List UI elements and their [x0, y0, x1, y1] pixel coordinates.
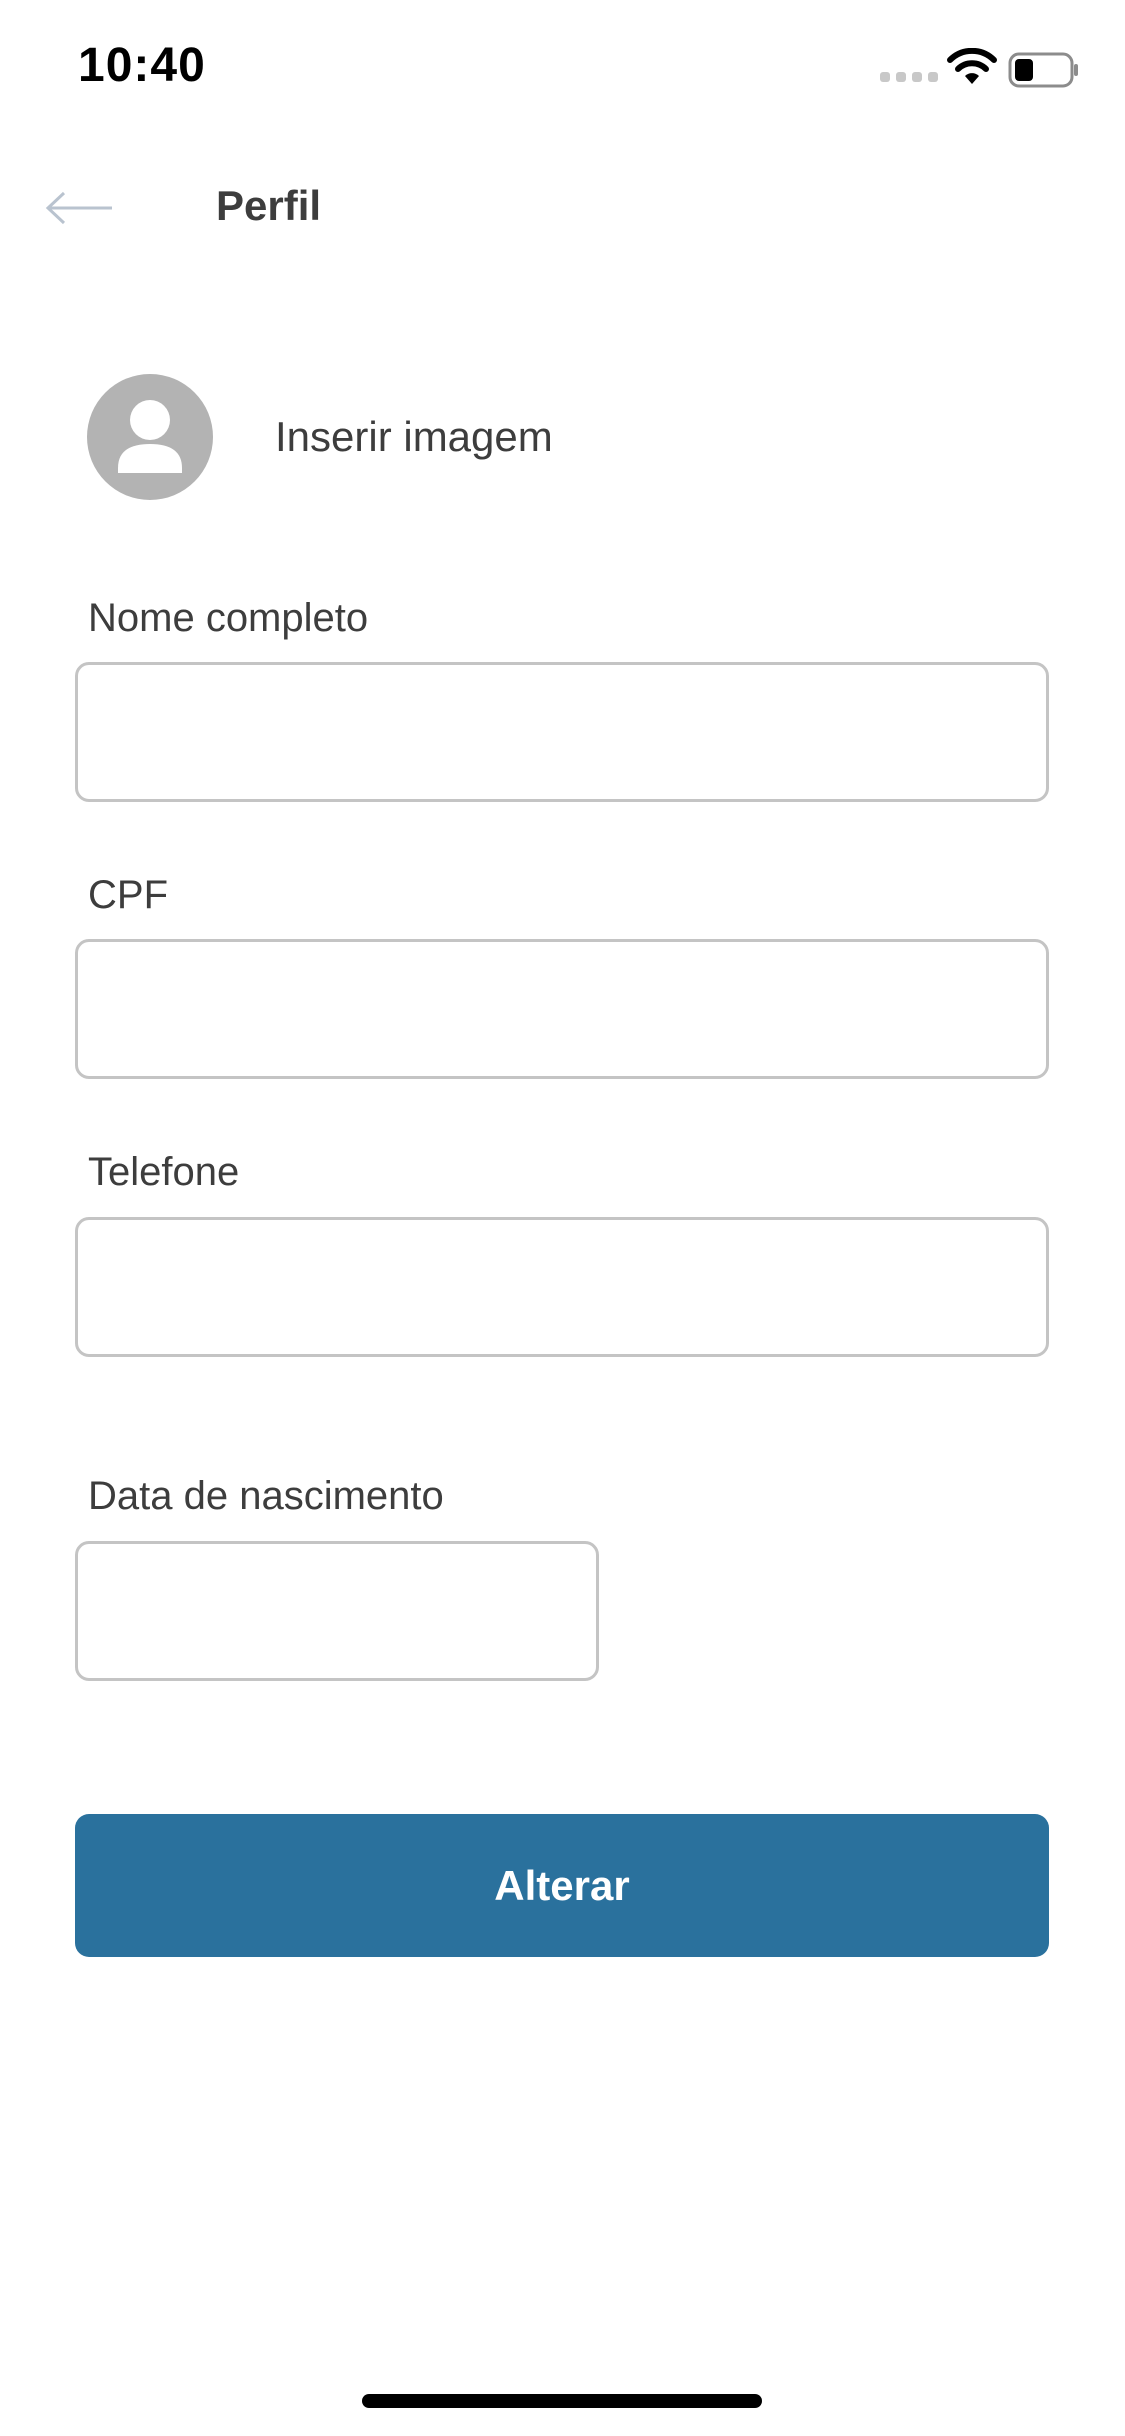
home-indicator[interactable]: [362, 2394, 762, 2408]
cpf-label: CPF: [88, 873, 168, 917]
battery-icon: [1008, 52, 1078, 88]
page-title: Perfil: [216, 182, 322, 229]
navigation-header: Perfil: [0, 160, 1125, 260]
status-time: 10:40: [78, 39, 206, 92]
full-name-label: Nome completo: [88, 596, 369, 640]
avatar[interactable]: [87, 374, 213, 500]
phone-input[interactable]: [75, 1217, 1049, 1357]
birth-date-input[interactable]: [75, 1541, 599, 1681]
insert-image-button[interactable]: Inserir imagem: [87, 374, 553, 500]
submit-button[interactable]: Alterar: [75, 1814, 1049, 1957]
status-bar: 10:40: [0, 0, 1125, 140]
birth-date-label: Data de nascimento: [88, 1474, 444, 1518]
cellular-signal-icon: [880, 72, 938, 82]
wifi-icon: [947, 48, 997, 84]
battery-level-fill: [1015, 59, 1033, 81]
cpf-input[interactable]: [75, 939, 1049, 1079]
full-name-input[interactable]: [75, 662, 1049, 802]
arrow-left-icon[interactable]: [44, 188, 116, 228]
user-silhouette-icon: [118, 400, 182, 473]
phone-label: Telefone: [88, 1150, 240, 1194]
insert-image-label: Inserir imagem: [275, 413, 553, 460]
